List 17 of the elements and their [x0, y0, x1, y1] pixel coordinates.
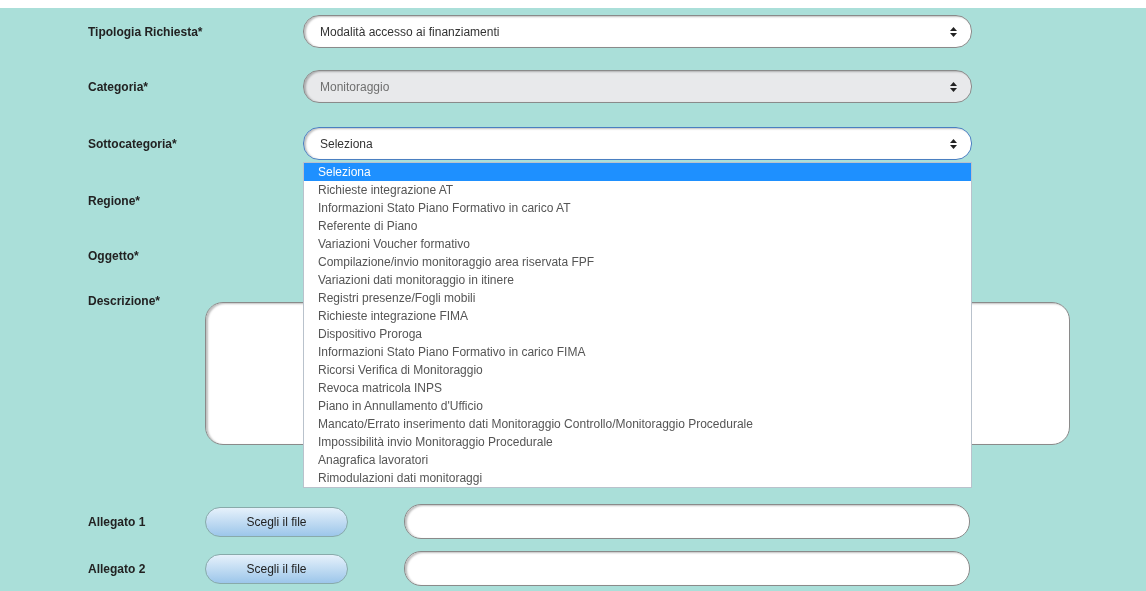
- select-dropdown[interactable]: Seleziona: [303, 127, 972, 160]
- choose-file-button[interactable]: Scegli il file: [205, 506, 348, 537]
- field-label: Descrizione*: [88, 294, 162, 308]
- select-dropdown[interactable]: Modalità accesso ai finanziamenti: [303, 15, 972, 48]
- file-name-field[interactable]: [404, 504, 970, 539]
- field-label: Oggetto*: [88, 248, 140, 263]
- up-down-arrows-icon: [950, 26, 957, 37]
- field-label: Regione*: [88, 193, 141, 208]
- field-label: Allegato 1: [88, 514, 147, 529]
- file-name-field[interactable]: [404, 551, 970, 586]
- up-down-arrows-icon: [950, 81, 957, 92]
- up-down-arrows-icon: [950, 138, 957, 149]
- field-label: Categoria*: [88, 79, 150, 94]
- field-label: Sottocategoria*: [88, 136, 178, 151]
- field-label: Allegato 2: [88, 561, 147, 576]
- choose-file-button[interactable]: Scegli il file: [205, 553, 348, 584]
- field-label: Tipologia Richiesta*: [88, 24, 204, 39]
